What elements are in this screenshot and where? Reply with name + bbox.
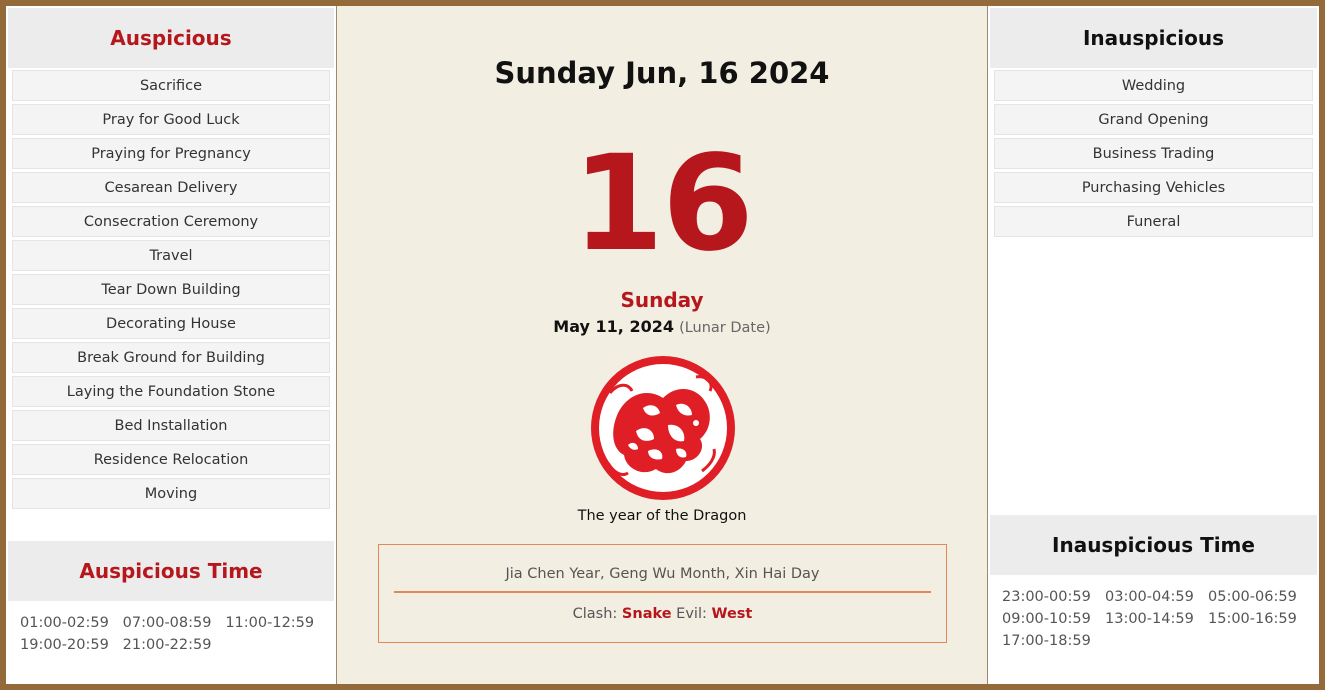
inauspicious-item[interactable]: Grand Opening — [994, 104, 1313, 135]
inauspicious-column: Inauspicious Wedding Grand Opening Busin… — [988, 6, 1319, 684]
auspicious-item[interactable]: Moving — [12, 478, 330, 509]
lunar-date-note: (Lunar Date) — [679, 320, 771, 336]
auspicious-item[interactable]: Bed Installation — [12, 410, 330, 441]
inauspicious-item[interactable]: Funeral — [994, 206, 1313, 237]
auspicious-item[interactable]: Praying for Pregnancy — [12, 138, 330, 169]
auspicious-time-grid: 01:00-02:59 07:00-08:59 11:00-12:59 19:0… — [6, 601, 336, 653]
auspicious-list: Sacrifice Pray for Good Luck Praying for… — [6, 68, 336, 509]
inauspicious-item[interactable]: Wedding — [994, 70, 1313, 101]
auspicious-item[interactable]: Pray for Good Luck — [12, 104, 330, 135]
clash-value: Snake — [621, 606, 672, 622]
time-slot: 01:00-02:59 — [20, 615, 109, 631]
evil-value: West — [711, 606, 753, 622]
auspicious-item[interactable]: Decorating House — [12, 308, 330, 339]
auspicious-item[interactable]: Cesarean Delivery — [12, 172, 330, 203]
inauspicious-time-section: Inauspicious Time 23:00-00:59 03:00-04:5… — [988, 513, 1319, 649]
time-slot: 09:00-10:59 — [1002, 611, 1091, 627]
zodiac-caption: The year of the Dragon — [577, 508, 747, 524]
lunar-date-value: May 11, 2024 — [553, 317, 674, 336]
lunar-date: May 11, 2024 (Lunar Date) — [337, 317, 987, 336]
auspicious-item[interactable]: Tear Down Building — [12, 274, 330, 305]
auspicious-time-section: Auspicious Time 01:00-02:59 07:00-08:59 … — [6, 539, 336, 653]
auspicious-item[interactable]: Residence Relocation — [12, 444, 330, 475]
time-slot: 21:00-22:59 — [122, 637, 212, 653]
auspicious-column: Auspicious Sacrifice Pray for Good Luck … — [6, 6, 336, 684]
time-slot: 17:00-18:59 — [1002, 633, 1091, 649]
dragon-papercut-icon — [588, 353, 738, 503]
time-slot: 07:00-08:59 — [122, 615, 212, 631]
inauspicious-item[interactable]: Purchasing Vehicles — [994, 172, 1313, 203]
calendar-frame: Auspicious Sacrifice Pray for Good Luck … — [6, 6, 1319, 684]
auspicious-item[interactable]: Break Ground for Building — [12, 342, 330, 373]
time-slot: 13:00-14:59 — [1105, 611, 1194, 627]
auspicious-item[interactable]: Laying the Foundation Stone — [12, 376, 330, 407]
inauspicious-time-grid: 23:00-00:59 03:00-04:59 05:00-06:59 09:0… — [988, 575, 1319, 649]
weekday-label: Sunday — [620, 288, 704, 312]
day-number: 16 — [572, 127, 754, 281]
time-slot: 23:00-00:59 — [1002, 589, 1091, 605]
auspicious-item[interactable]: Consecration Ceremony — [12, 206, 330, 237]
inauspicious-time-heading: Inauspicious Time — [990, 515, 1317, 575]
time-slot: 11:00-12:59 — [225, 615, 315, 631]
ganzhi-box: Jia Chen Year, Geng Wu Month, Xin Hai Da… — [378, 544, 947, 643]
inauspicious-list: Wedding Grand Opening Business Trading P… — [988, 68, 1319, 237]
inauspicious-item[interactable]: Business Trading — [994, 138, 1313, 169]
clash-evil-line: Clash: Snake Evil: West — [379, 606, 946, 622]
inauspicious-heading: Inauspicious — [990, 8, 1317, 68]
auspicious-heading: Auspicious — [8, 8, 334, 68]
time-slot: 05:00-06:59 — [1208, 589, 1297, 605]
page-title: Sunday Jun, 16 2024 — [494, 56, 830, 90]
time-slot: 19:00-20:59 — [20, 637, 109, 653]
divider — [394, 591, 931, 593]
day-detail-column: Sunday Jun, 16 2024 16 Sunday May 11, 20… — [336, 6, 988, 684]
time-slot: 03:00-04:59 — [1105, 589, 1194, 605]
ganzhi-text: Jia Chen Year, Geng Wu Month, Xin Hai Da… — [505, 566, 820, 582]
auspicious-time-heading: Auspicious Time — [8, 541, 334, 601]
evil-label: Evil: — [676, 606, 707, 622]
auspicious-item[interactable]: Travel — [12, 240, 330, 271]
clash-label: Clash: — [572, 606, 618, 622]
auspicious-item[interactable]: Sacrifice — [12, 70, 330, 101]
time-slot: 15:00-16:59 — [1208, 611, 1297, 627]
